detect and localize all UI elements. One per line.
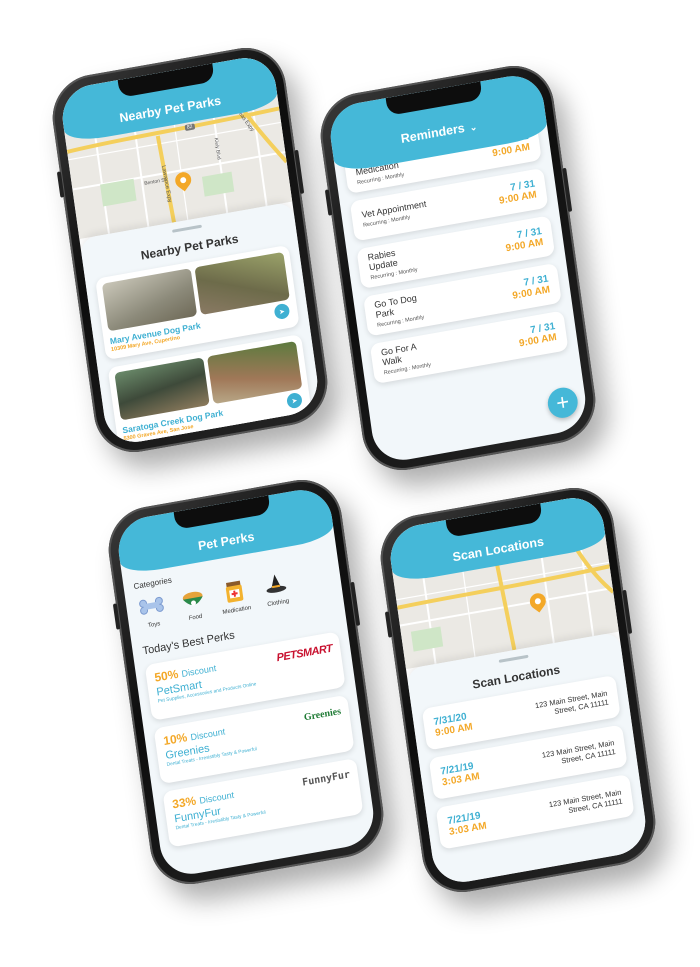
scan-address: 123 Main Street, Main Street, CA 11111 [541, 737, 617, 766]
category-toys[interactable]: Toys [133, 589, 172, 631]
scan-address: 123 Main Street, Main Street, CA 11111 [534, 688, 610, 716]
perk-percent: 33% [171, 793, 197, 812]
drag-handle[interactable] [498, 654, 529, 663]
medication-icon [222, 576, 248, 608]
header-title: Reminders [399, 120, 466, 146]
perk-percent: 10% [162, 730, 189, 749]
reminder-time: 9:00 AM [505, 236, 545, 255]
food-bowl-icon [178, 583, 208, 615]
drag-handle[interactable] [172, 224, 202, 233]
phone-scan-locations: Scan Locations Scan Locations 7/31/20 9:0… [375, 481, 661, 899]
reminder-time: 9:00 AM [511, 284, 551, 302]
category-food[interactable]: Food [174, 582, 213, 624]
side-button [324, 189, 333, 216]
screen: Scan Locations Scan Locations 7/31/20 9:0… [386, 492, 650, 888]
add-reminder-button[interactable]: + [545, 385, 580, 421]
side-button [562, 167, 573, 213]
side-button [622, 589, 633, 635]
chevron-down-icon[interactable]: ⌄ [469, 122, 478, 134]
side-button [294, 149, 305, 195]
reminder-time: 9:00 AM [518, 331, 558, 350]
screen: Reminders ⌄ Flea and Tick MedicationRecu… [326, 70, 590, 466]
category-medication[interactable]: Medication [216, 575, 255, 617]
scan-address: 123 Main Street, Main Street, CA 11111 [548, 787, 624, 815]
screen: Pet Perks Categories Toys Food Medicatio… [114, 484, 378, 880]
category-clothing[interactable]: Clothing [257, 568, 296, 610]
perk-percent: 50% [153, 666, 180, 685]
parks-sheet[interactable]: Nearby Pet Parks Mary Avenue Dog Park 10… [79, 201, 322, 448]
scan-sheet[interactable]: Scan Locations 7/31/20 9:00 AM 123 Main S… [406, 631, 650, 888]
park-photo [114, 357, 210, 421]
side-button [112, 603, 121, 630]
reminder-time: 9:00 AM [498, 189, 538, 207]
side-button [384, 611, 393, 638]
side-button [350, 581, 361, 627]
witch-hat-icon [263, 569, 289, 601]
side-button [56, 171, 65, 198]
category-label: Food [188, 613, 203, 622]
screen: Lawrence Expy San Tomas Expy 82 Benton S… [58, 52, 322, 448]
perk-list: 50% Discount PetSmart Pet Supplies, Acce… [135, 630, 375, 858]
phone-reminders: Reminders ⌄ Flea and Tick MedicationRecu… [315, 59, 601, 477]
bone-icon [137, 590, 167, 622]
park-photo [101, 268, 198, 332]
phone-pet-perks: Pet Perks Categories Toys Food Medicatio… [103, 473, 389, 891]
phone-nearby-parks: Lawrence Expy San Tomas Expy 82 Benton S… [47, 41, 333, 459]
category-label: Clothing [267, 598, 290, 609]
category-label: Toys [147, 621, 161, 630]
mockup-stage: Lawrence Expy San Tomas Expy 82 Benton S… [0, 0, 700, 967]
